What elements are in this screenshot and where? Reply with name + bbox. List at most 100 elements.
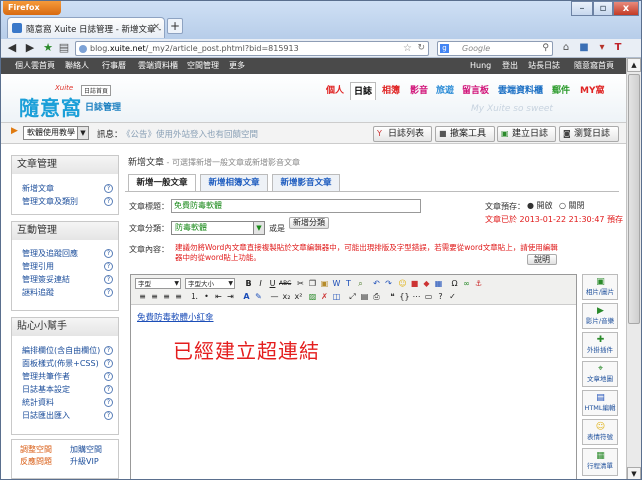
insert-emoticon-button[interactable]: ☺ 表情符號 — [582, 419, 618, 445]
nav-guestbook[interactable]: 留言板 — [459, 82, 492, 100]
browse-blog-button[interactable]: ◙ 瀏覽日誌 — [559, 126, 619, 142]
nav-mail[interactable]: 郵件 — [549, 82, 573, 100]
window-close-button[interactable]: x — [613, 1, 639, 16]
paste-text-icon[interactable]: T — [343, 278, 354, 289]
translate-icon[interactable]: T — [611, 41, 625, 55]
align-justify-icon[interactable]: ≡ — [173, 291, 184, 302]
sitebar-logout[interactable]: 登出 — [502, 58, 518, 74]
tab-new-article[interactable]: 新增一般文章 — [128, 174, 196, 192]
sitebar-admin-blog[interactable]: 站長日誌 — [528, 58, 560, 74]
indent-icon[interactable]: ⇥ — [225, 291, 236, 302]
tab-album-article[interactable]: 新增相簿文章 — [200, 174, 268, 191]
help-icon[interactable]: ? — [104, 398, 113, 407]
underline-icon[interactable]: U — [267, 278, 278, 289]
insert-photo-button[interactable]: ▣ 相片/圖片 — [582, 274, 618, 300]
text-color-icon[interactable]: A — [241, 291, 252, 302]
insert-map-button[interactable]: ⌖ 文章地圖 — [582, 361, 618, 387]
image-icon[interactable]: ▨ — [307, 291, 318, 302]
link-icon[interactable]: ∞ — [461, 278, 472, 289]
nav-personal[interactable]: 個人 — [323, 82, 347, 100]
copy-icon[interactable]: ❐ — [307, 278, 318, 289]
sitebar-item-space[interactable]: 空間管理 — [187, 58, 219, 74]
paste-word-icon[interactable]: W — [331, 278, 342, 289]
redo-icon[interactable]: ↷ — [383, 278, 394, 289]
table-icon[interactable]: ▦ — [433, 278, 444, 289]
smiley-icon[interactable]: ☺ — [397, 278, 408, 289]
preview-off-radio[interactable]: ○ 關閉 — [559, 200, 585, 211]
scroll-down-icon[interactable]: ▼ — [627, 467, 641, 479]
help-button[interactable]: 說明 — [527, 254, 557, 265]
undo-icon[interactable]: ↶ — [371, 278, 382, 289]
align-right-icon[interactable]: ≡ — [161, 291, 172, 302]
insert-plugin-button[interactable]: ✚ 外掛插件 — [582, 332, 618, 358]
editor-hyperlink[interactable]: 免費防毒軟體小紅傘 — [137, 311, 214, 323]
sidebar-item-settings[interactable]: 日誌基本設定? — [12, 383, 118, 396]
nav-my[interactable]: MY窩 — [577, 82, 607, 100]
nav-album[interactable]: 相簿 — [379, 82, 403, 100]
scroll-up-icon[interactable]: ▲ — [627, 58, 641, 72]
help-icon[interactable]: ? — [104, 197, 113, 206]
sitebar-user[interactable]: Hung — [470, 58, 491, 74]
bookmark-star-icon[interactable]: ★ — [41, 41, 55, 55]
cut-icon[interactable]: ✂ — [295, 278, 306, 289]
sitebar-item-home[interactable]: 個人雲首頁 — [15, 58, 55, 74]
browser-tab[interactable]: 隨意窩 Xuite 日誌管理 - 新增文章 - 新... × — [7, 17, 165, 38]
firefox-menu-button[interactable]: Firefox — [3, 1, 61, 15]
media-icon[interactable]: ■ — [409, 278, 420, 289]
blog-list-button[interactable]: Y 日誌列表 — [373, 126, 432, 142]
help-icon[interactable]: ? — [104, 385, 113, 394]
sitebar-item-calendar[interactable]: 行事曆 — [102, 58, 126, 74]
bookmark-page-icon[interactable]: ☆ — [403, 43, 412, 54]
page-scrollbar[interactable]: ▲ ▼ — [626, 58, 641, 479]
help-icon[interactable]: ? — [104, 249, 113, 258]
select-all-icon[interactable]: ▭ — [423, 291, 434, 302]
search-icon[interactable]: ⚲ — [542, 43, 549, 53]
blockquote-icon[interactable]: ❝ — [387, 291, 398, 302]
preview-on-radio[interactable]: ● 開啟 — [527, 200, 553, 211]
help-icon[interactable]: ? — [104, 288, 113, 297]
category-select[interactable]: 防毒軟體 ▼ — [171, 221, 265, 235]
reload-icon[interactable]: ↻ — [417, 43, 425, 53]
help-icon[interactable]: ? — [104, 262, 113, 271]
spellcheck-icon[interactable]: ✓ — [447, 291, 458, 302]
highlight-icon[interactable]: ✎ — [253, 291, 264, 302]
bold-icon[interactable]: B — [243, 278, 254, 289]
window-maximize-button[interactable]: ▫ — [593, 1, 613, 16]
insert-video-button[interactable]: ▶ 影片/音樂 — [582, 303, 618, 329]
numbered-list-icon[interactable]: ⒈ — [189, 291, 200, 302]
strikethrough-icon[interactable]: ABC — [279, 278, 291, 289]
help-icon[interactable]: ? — [104, 346, 113, 355]
close-tab-icon[interactable]: × — [152, 22, 160, 32]
sidebar-item-tracking[interactable]: 謎料追蹤? — [12, 286, 118, 299]
rich-text-editor[interactable]: 字型 ▼ 字型大小 ▼ B I U ABC ✂ ❐ ▣ W T ⌕ ↶ ↷ ☺ ■ — [130, 274, 577, 479]
preview-icon[interactable]: ▤ — [359, 291, 370, 302]
subscript-icon[interactable]: x₂ — [281, 291, 292, 302]
outdent-icon[interactable]: ⇤ — [213, 291, 224, 302]
nav-travel[interactable]: 旅遊 — [433, 82, 457, 100]
toolbar-menu-icon[interactable]: ▾ — [595, 41, 609, 55]
find-icon[interactable]: ⌕ — [355, 278, 366, 289]
anchor-icon[interactable]: ⚓ — [473, 278, 484, 289]
sidebar-item-layout[interactable]: 編排欄位(含自由欄位)? — [12, 344, 118, 357]
new-tab-button[interactable]: + — [167, 18, 183, 34]
sitebar-xuite-home[interactable]: 隨意窩首頁 — [574, 58, 614, 74]
html-source-icon[interactable]: ◫ — [331, 291, 342, 302]
sidebar-item-new-article[interactable]: 新增文章? — [12, 182, 118, 195]
new-category-button[interactable]: 新增分類 — [289, 217, 329, 229]
nav-cloud[interactable]: 雲端資料櫃 — [495, 82, 546, 100]
sidebar-item-links[interactable]: 管理簽妥連結? — [12, 273, 118, 286]
report-issue-link[interactable]: 反應問題 — [20, 456, 52, 468]
addon-icon[interactable]: ■ — [577, 41, 591, 55]
italic-icon[interactable]: I — [255, 278, 266, 289]
print-icon[interactable]: ⎙ — [371, 291, 382, 302]
tab-video-article[interactable]: 新增影音文章 — [272, 174, 340, 191]
nav-blog[interactable]: 日誌 — [350, 82, 377, 100]
sidebar-item-manage-articles[interactable]: 管理文章及類別? — [12, 195, 118, 208]
flash-icon[interactable]: ◆ — [421, 278, 432, 289]
sitebar-item-cloud[interactable]: 雲端資料櫃 — [138, 58, 178, 74]
sidebar-item-export[interactable]: 日誌匯出匯入? — [12, 409, 118, 422]
help-icon[interactable]: ? — [104, 275, 113, 284]
remove-format-icon[interactable]: ✗ — [319, 291, 330, 302]
horizontal-rule-icon[interactable]: — — [269, 291, 280, 302]
sidebar-item-trackbacks[interactable]: 管理引用? — [12, 260, 118, 273]
